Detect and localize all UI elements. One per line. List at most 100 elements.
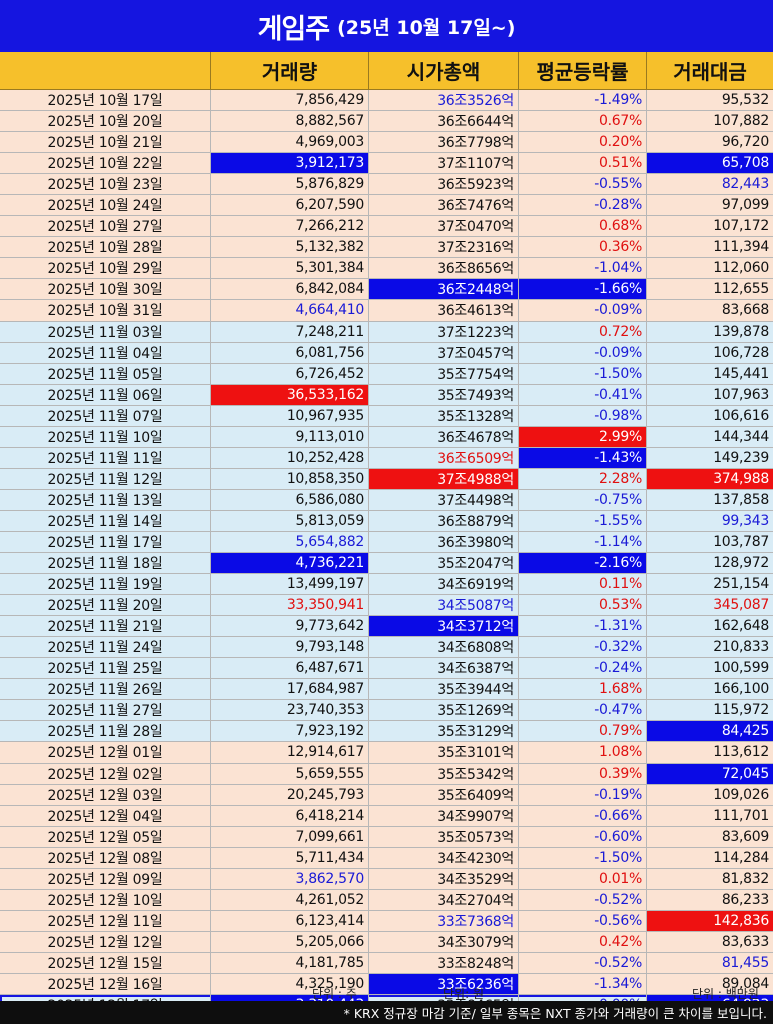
cell-avg-change: -0.32% — [518, 637, 646, 658]
cell-date: 2025년 12월 09일 — [47, 871, 163, 888]
cell-amount: 112,060 — [646, 258, 773, 279]
cell-avg-change: -1.50% — [518, 363, 646, 384]
cell-market-cap: 34조5087억 — [368, 595, 518, 616]
cell-volume: 33,350,941 — [210, 595, 368, 616]
table-row: 2025년 12월 10일 4,261,052 34조2704억 -0.52% 86,2… — [0, 889, 773, 911]
table-row: 2025년 11월 27일 23,740,353 35조1269억 -0.47% 115… — [0, 700, 773, 722]
cell-volume: 5,659,555 — [210, 763, 368, 784]
cell-date: 2025년 12월 16일 — [47, 976, 163, 993]
cell-amount: 144,344 — [646, 426, 773, 447]
cell-market-cap: 34조6808억 — [368, 637, 518, 658]
table-row: 2025년 10월 27일 7,266,212 37조0470억 0.68% 107,1… — [0, 216, 773, 238]
header-avg-change: 평균등락률 — [518, 52, 646, 89]
cell-market-cap: 36조3980억 — [368, 531, 518, 553]
table-row: 2025년 12월 11일 6,123,414 33조7368억 -0.56% 142,… — [0, 910, 773, 932]
cell-market-cap: 34조4230억 — [368, 847, 518, 868]
cell-amount: 115,972 — [646, 700, 773, 721]
cell-market-cap: 36조7798억 — [368, 132, 518, 153]
table-row: 2025년 10월 17일 7,856,429 36조3526억 -1.49% 95,5… — [0, 90, 773, 112]
cell-amount: 100,599 — [646, 658, 773, 679]
cell-volume: 4,261,052 — [210, 889, 368, 910]
cell-market-cap: 34조2704억 — [368, 889, 518, 910]
cell-avg-change: 1.68% — [518, 679, 646, 700]
cell-volume: 6,418,214 — [210, 805, 368, 826]
table-row: 2025년 11월 06일 36,533,162 35조7493억 -0.41% 107… — [0, 384, 773, 406]
cell-date: 2025년 11월 05일 — [47, 366, 163, 383]
header-volume: 거래량 — [210, 52, 368, 89]
cell-avg-change: -0.41% — [518, 384, 646, 405]
table-row: 2025년 11월 04일 6,081,756 37조0457억 -0.09% 106,… — [0, 342, 773, 364]
cell-volume: 6,207,590 — [210, 195, 368, 216]
cell-date: 2025년 11월 03일 — [47, 324, 163, 341]
cell-date: 2025년 10월 17일 — [47, 93, 163, 110]
cell-market-cap: 34조3079억 — [368, 931, 518, 952]
cell-date: 2025년 10월 31일 — [47, 303, 163, 320]
cell-amount: 149,239 — [646, 447, 773, 468]
cell-volume: 5,654,882 — [210, 531, 368, 553]
cell-date: 2025년 11월 19일 — [47, 577, 163, 594]
cell-date: 2025년 11월 21일 — [47, 619, 163, 636]
cell-avg-change: 0.68% — [518, 216, 646, 237]
cell-date: 2025년 11월 27일 — [47, 703, 163, 720]
cell-date: 2025년 12월 12일 — [47, 934, 163, 951]
cell-avg-change: 2.99% — [518, 426, 646, 447]
cell-amount: 345,087 — [646, 595, 773, 616]
cell-volume: 9,793,148 — [210, 637, 368, 658]
cell-amount: 96,720 — [646, 132, 773, 153]
cell-amount: 111,701 — [646, 805, 773, 826]
table-row: 2025년 11월 05일 6,726,452 35조7754억 -1.50% 145,… — [0, 363, 773, 385]
cell-amount: 137,858 — [646, 489, 773, 510]
cell-avg-change: 0.39% — [518, 763, 646, 784]
cell-date: 2025년 11월 24일 — [47, 640, 163, 657]
unit-amount: 단위 : 백만원 — [692, 987, 759, 1001]
cell-avg-change: 0.11% — [518, 574, 646, 595]
cell-date: 2025년 11월 26일 — [47, 682, 163, 699]
table-row: 2025년 11월 11일 10,252,428 36조6509억 -1.43% 149… — [0, 447, 773, 469]
cell-avg-change: 0.01% — [518, 868, 646, 889]
cell-avg-change: -1.66% — [518, 279, 646, 300]
cell-market-cap: 36조6509억 — [368, 447, 518, 468]
cell-date: 2025년 11월 28일 — [47, 724, 163, 741]
cell-amount: 139,878 — [646, 321, 773, 342]
cell-volume: 17,684,987 — [210, 679, 368, 700]
cell-volume: 4,664,410 — [210, 300, 368, 321]
cell-date: 2025년 12월 03일 — [47, 787, 163, 804]
cell-volume: 3,912,173 — [210, 153, 368, 174]
cell-amount: 95,532 — [646, 90, 773, 111]
table-row: 2025년 10월 21일 4,969,003 36조7798억 0.20% 96,72… — [0, 132, 773, 154]
cell-avg-change: -1.31% — [518, 616, 646, 637]
cell-date: 2025년 10월 28일 — [47, 240, 163, 257]
cell-volume: 4,969,003 — [210, 132, 368, 153]
cell-volume: 5,813,059 — [210, 510, 368, 531]
cell-amount: 86,233 — [646, 889, 773, 910]
cell-avg-change: -0.09% — [518, 300, 646, 321]
cell-avg-change: -1.14% — [518, 531, 646, 553]
cell-market-cap: 35조1269억 — [368, 700, 518, 721]
cell-market-cap: 35조2047억 — [368, 553, 518, 574]
cell-amount: 112,655 — [646, 279, 773, 300]
cell-market-cap: 36조8879억 — [368, 510, 518, 531]
cell-volume: 6,081,756 — [210, 342, 368, 363]
table-row: 2025년 11월 21일 9,773,642 34조3712억 -1.31% 162,… — [0, 616, 773, 638]
table-row: 2025년 10월 29일 5,301,384 36조8656억 -1.04% 112,… — [0, 258, 773, 280]
cell-amount: 65,708 — [646, 153, 773, 174]
cell-amount: 83,633 — [646, 931, 773, 952]
cell-volume: 23,740,353 — [210, 700, 368, 721]
cell-market-cap: 37조4988억 — [368, 468, 518, 489]
cell-market-cap: 35조7493억 — [368, 384, 518, 405]
table-row: 2025년 11월 03일 7,248,211 37조1223억 0.72% 139,8… — [0, 321, 773, 343]
cell-volume: 5,876,829 — [210, 174, 368, 195]
table-row: 2025년 12월 04일 6,418,214 34조9907억 -0.66% 111,… — [0, 805, 773, 827]
cell-date: 2025년 10월 30일 — [47, 282, 163, 299]
unit-market-cap: 단위: 원 — [443, 987, 484, 1001]
cell-market-cap: 35조1328억 — [368, 405, 518, 426]
table-row: 2025년 10월 20일 8,882,567 36조6644억 0.67% 107,8… — [0, 111, 773, 133]
cell-volume: 5,132,382 — [210, 237, 368, 258]
cell-amount: 142,836 — [646, 910, 773, 931]
cell-amount: 107,963 — [646, 384, 773, 405]
cell-volume: 36,533,162 — [210, 384, 368, 405]
cell-volume: 7,266,212 — [210, 216, 368, 237]
cell-amount: 84,425 — [646, 721, 773, 742]
cell-avg-change: -1.50% — [518, 847, 646, 868]
cell-avg-change: -0.19% — [518, 784, 646, 805]
